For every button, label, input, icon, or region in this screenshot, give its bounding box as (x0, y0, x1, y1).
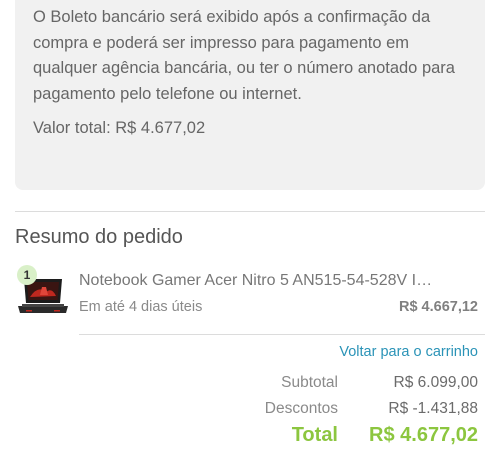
section-divider (15, 211, 485, 212)
order-summary-title: Resumo do pedido (15, 226, 183, 248)
subtotal-value: R$ 6.099,00 (393, 374, 478, 391)
items-divider (79, 334, 485, 335)
product-price: R$ 4.667,12 (398, 299, 478, 315)
boleto-total-value: Valor total: R$ 4.677,02 (33, 119, 206, 137)
boleto-info-text: O Boleto bancário será exibido após a co… (33, 8, 455, 103)
total-label: Total (291, 424, 338, 446)
quantity-badge: 1 (17, 265, 37, 285)
delivery-estimate: Em até 4 dias úteis (79, 299, 203, 315)
back-to-cart-link[interactable]: Voltar para o carrinho (339, 342, 478, 362)
discount-label: Descontos (264, 400, 338, 417)
discount-value: R$ -1.431,88 (388, 400, 478, 417)
subtotal-label: Subtotal (281, 374, 338, 391)
product-name[interactable]: Notebook Gamer Acer Nitro 5 AN515-54-528… (79, 270, 439, 292)
total-value: R$ 4.677,02 (369, 424, 478, 446)
